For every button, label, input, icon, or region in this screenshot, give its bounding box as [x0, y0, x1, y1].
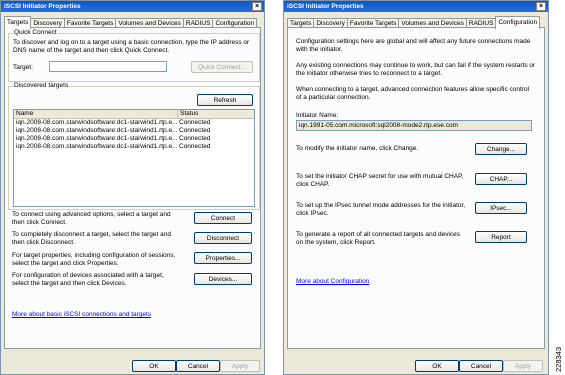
ipsec-description: To set up the IPsec tunnel mode addresse…: [296, 202, 466, 217]
table-row[interactable]: iqn.2008-08.com.starwindsoftware:dc1-sta…: [14, 127, 254, 135]
devices-button[interactable]: Devices...: [194, 273, 252, 285]
target-input[interactable]: [49, 61, 167, 72]
close-icon: ×: [538, 3, 544, 10]
table-row[interactable]: iqn.2008-08.com.starwindsoftware:dc1-sta…: [14, 135, 254, 143]
discovered-targets-group: Discovered targets Refresh Name Status i…: [8, 82, 260, 210]
tab-targets[interactable]: Targets: [4, 16, 32, 29]
tab-configuration[interactable]: Configuration: [495, 16, 541, 29]
figure-id: 228343: [553, 338, 563, 372]
intro-advanced: When connecting to a target, advanced co…: [296, 86, 530, 101]
initiator-name-field[interactable]: iqn.1991-05.com.microsoft:sql2008-mode2.…: [296, 120, 532, 131]
figure-id-text: 228343: [554, 346, 563, 372]
report-description: To generate a report of all connected ta…: [296, 231, 461, 246]
dialog-title: iSCSI Initiator Properties: [1, 1, 264, 12]
close-button[interactable]: ×: [252, 2, 262, 11]
target-status: Connected: [179, 135, 211, 142]
targets-list[interactable]: Name Status iqn.2008-08.com.starwindsoft…: [13, 109, 255, 207]
devices-description: For configuration of devices associated …: [12, 272, 164, 287]
more-about-targets-link[interactable]: More about basic iSCSI connections and t…: [12, 311, 151, 318]
targets-list-header: Name Status: [14, 110, 254, 119]
more-about-configuration-link[interactable]: More about Configuration: [296, 278, 369, 285]
configuration-panel: Configuration settings here are global a…: [287, 27, 545, 349]
chap-button[interactable]: CHAP...: [475, 173, 527, 185]
table-row[interactable]: iqn.2008-08.com.starwindsoftware:dc1-sta…: [14, 119, 254, 127]
name-column-header[interactable]: Name: [16, 110, 33, 118]
target-label: Target:: [13, 64, 33, 71]
discovered-targets-label: Discovered targets: [13, 82, 70, 89]
dialog-title: iSCSI Initiator Properties: [284, 1, 548, 12]
target-name: iqn.2008-08.com.starwindsoftware:dc1-sta…: [16, 127, 178, 134]
targets-panel: Quick Connect To discover and log on to …: [4, 27, 261, 349]
apply-button[interactable]: Apply: [220, 360, 260, 372]
target-name: iqn.2008-08.com.starwindsoftware:dc1-sta…: [16, 135, 178, 142]
close-button[interactable]: ×: [536, 2, 546, 11]
initiator-name-label: Initiator Name:: [296, 112, 339, 119]
status-column-header[interactable]: Status: [177, 110, 198, 118]
target-status: Connected: [179, 143, 211, 150]
cancel-button[interactable]: Cancel: [176, 360, 220, 372]
quick-connect-label: Quick Connect: [13, 29, 58, 36]
target-status: Connected: [179, 119, 211, 126]
properties-button[interactable]: Properties...: [194, 252, 252, 264]
chap-description: To set the initiator CHAP secret for use…: [296, 173, 464, 188]
ok-button[interactable]: OK: [132, 360, 176, 372]
disconnect-description: To completely disconnect a target, selec…: [12, 231, 171, 246]
intro-existing: Any existing connections may continue to…: [296, 62, 536, 77]
intro-global: Configuration settings here are global a…: [296, 38, 531, 53]
report-button[interactable]: Report: [475, 231, 527, 243]
target-name: iqn.2008-08.com.starwindsoftware:dc1-sta…: [16, 119, 178, 126]
table-row[interactable]: iqn.2008-08.com.starwindsoftware:dc1-sta…: [14, 143, 254, 151]
quick-connect-description: To discover and log on to a target using…: [13, 39, 250, 54]
apply-button[interactable]: Apply: [503, 360, 543, 372]
quick-connect-button[interactable]: Quick Connect...: [191, 61, 253, 73]
quick-connect-group: Quick Connect To discover and log on to …: [8, 29, 260, 82]
change-description: To modify the initiator name, click Chan…: [296, 145, 419, 152]
configuration-dialog: iSCSI Initiator Properties × Targets Dis…: [283, 0, 549, 375]
ok-button[interactable]: OK: [415, 360, 459, 372]
properties-description: For target properties, including configu…: [12, 252, 176, 267]
ipsec-button[interactable]: IPsec...: [475, 202, 527, 214]
target-status: Connected: [179, 127, 211, 134]
connect-description: To connect using advanced options, selec…: [12, 211, 171, 226]
disconnect-button[interactable]: Disconnect: [194, 232, 252, 244]
close-icon: ×: [254, 3, 260, 10]
target-name: iqn.2008-08.com.starwindsoftware:dc1-sta…: [16, 143, 178, 150]
change-button[interactable]: Change...: [475, 143, 527, 155]
connect-button[interactable]: Connect: [194, 212, 252, 224]
cancel-button[interactable]: Cancel: [459, 360, 503, 372]
targets-dialog: iSCSI Initiator Properties × Targets Dis…: [0, 0, 265, 375]
refresh-button[interactable]: Refresh: [197, 94, 253, 106]
